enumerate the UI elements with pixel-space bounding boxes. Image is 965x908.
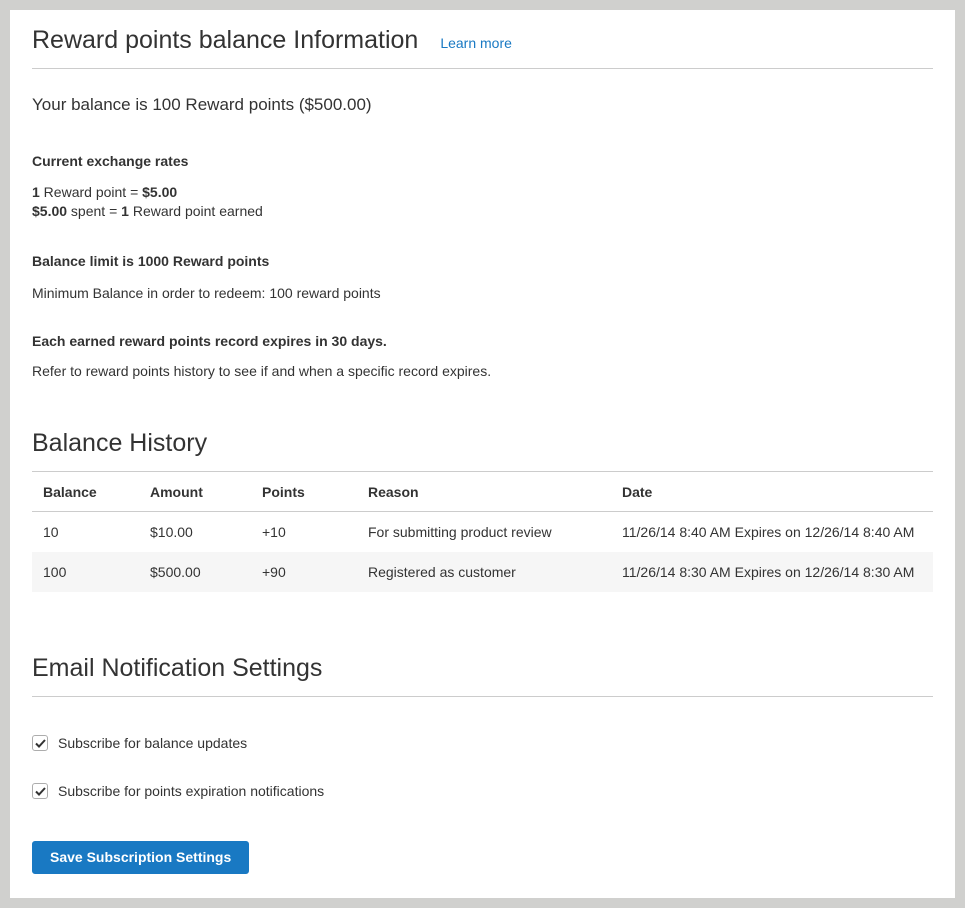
balance-history-table: Balance Amount Points Reason Date 10$10.…	[32, 471, 933, 592]
page-header: Reward points balance Information Learn …	[32, 10, 933, 69]
table-cell: 11/26/14 8:40 AM Expires on 12/26/14 8:4…	[611, 512, 933, 553]
balance-updates-label[interactable]: Subscribe for balance updates	[58, 735, 247, 751]
balance-updates-checkbox[interactable]	[32, 735, 48, 751]
table-header-row: Balance Amount Points Reason Date	[32, 472, 933, 512]
column-header-date: Date	[611, 472, 933, 512]
table-cell: $500.00	[139, 552, 251, 592]
exchange-rates-heading: Current exchange rates	[32, 153, 933, 169]
table-cell: 100	[32, 552, 139, 592]
exchange-rate-line: 1 Reward point = $5.00	[32, 183, 933, 202]
column-header-reason: Reason	[357, 472, 611, 512]
points-expiration-checkbox[interactable]	[32, 783, 48, 799]
table-cell: 10	[32, 512, 139, 553]
learn-more-link[interactable]: Learn more	[440, 35, 512, 51]
table-cell: Registered as customer	[357, 552, 611, 592]
column-header-amount: Amount	[139, 472, 251, 512]
balance-summary: Your balance is 100 Reward points ($500.…	[32, 94, 933, 116]
table-header: Balance Amount Points Reason Date	[32, 472, 933, 512]
table-cell: 11/26/14 8:30 AM Expires on 12/26/14 8:3…	[611, 552, 933, 592]
table-body: 10$10.00+10For submitting product review…	[32, 512, 933, 593]
page-title: Reward points balance Information	[32, 26, 418, 55]
balance-history-title: Balance History	[32, 429, 933, 458]
exchange-rate-line: $5.00 spent = 1 Reward point earned	[32, 202, 933, 221]
points-expiration-label[interactable]: Subscribe for points expiration notifica…	[58, 783, 324, 799]
table-row: 10$10.00+10For submitting product review…	[32, 512, 933, 553]
table-cell: +10	[251, 512, 357, 553]
exchange-rates-lines: 1 Reward point = $5.00 $5.00 spent = 1 R…	[32, 183, 933, 221]
email-settings-header: Email Notification Settings	[32, 654, 933, 697]
table-cell: $10.00	[139, 512, 251, 553]
table-cell: For submitting product review	[357, 512, 611, 553]
subscribe-balance-updates-row: Subscribe for balance updates	[32, 735, 933, 751]
column-header-points: Points	[251, 472, 357, 512]
column-header-balance: Balance	[32, 472, 139, 512]
subscribe-expiration-row: Subscribe for points expiration notifica…	[32, 783, 933, 799]
save-subscription-settings-button[interactable]: Save Subscription Settings	[32, 841, 249, 874]
email-settings-title: Email Notification Settings	[32, 654, 933, 683]
expiration-heading: Each earned reward points record expires…	[32, 333, 933, 349]
balance-limit-heading: Balance limit is 1000 Reward points	[32, 253, 933, 269]
table-cell: +90	[251, 552, 357, 592]
minimum-balance-note: Minimum Balance in order to redeem: 100 …	[32, 285, 933, 301]
table-row: 100$500.00+90Registered as customer11/26…	[32, 552, 933, 592]
reward-points-panel: Reward points balance Information Learn …	[10, 10, 955, 898]
expiration-note: Refer to reward points history to see if…	[32, 363, 933, 379]
